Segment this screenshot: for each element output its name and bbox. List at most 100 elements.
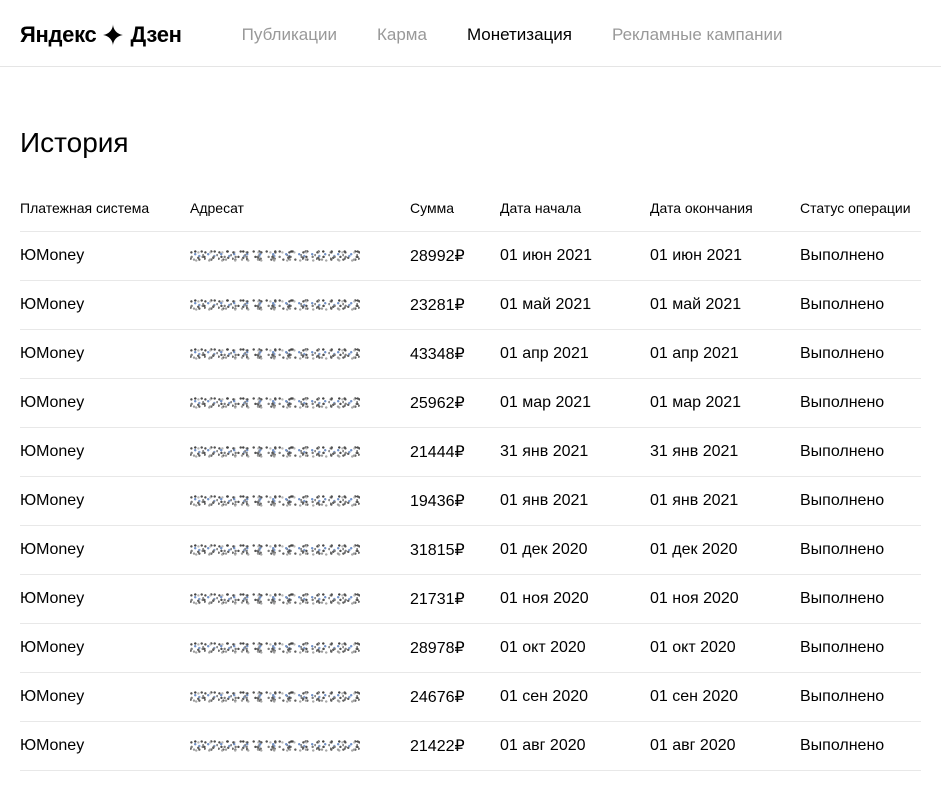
- col-header-end: Дата окончания: [650, 199, 800, 217]
- redacted-recipient: [190, 590, 360, 608]
- col-header-amount: Сумма: [410, 199, 500, 217]
- redacted-recipient: [190, 247, 360, 265]
- cell-start-date: 01 сен 2020: [500, 688, 650, 706]
- logo[interactable]: Яндекс Дзен: [20, 22, 182, 48]
- cell-status: Выполнено: [800, 639, 920, 657]
- cell-recipient: [190, 590, 410, 608]
- cell-status: Выполнено: [800, 394, 920, 412]
- cell-start-date: 01 мар 2021: [500, 394, 650, 412]
- header: Яндекс Дзен Публикации Карма Монетизация Ре…: [0, 0, 941, 67]
- table-row: ЮMoney28992₽01 июн 202101 июн 2021Выполн…: [20, 232, 921, 281]
- cell-system: ЮMoney: [20, 492, 190, 510]
- cell-recipient: [190, 443, 410, 461]
- redacted-recipient: [190, 345, 360, 363]
- cell-recipient: [190, 541, 410, 559]
- redacted-recipient: [190, 737, 360, 755]
- logo-brand: Яндекс: [20, 22, 96, 48]
- col-header-start: Дата начала: [500, 199, 650, 217]
- col-header-recipient: Адресат: [190, 199, 410, 217]
- cell-start-date: 01 апр 2021: [500, 345, 650, 363]
- cell-status: Выполнено: [800, 590, 920, 608]
- nav-item-0[interactable]: Публикации: [242, 25, 337, 45]
- col-header-system: Платежная система: [20, 199, 190, 217]
- cell-system: ЮMoney: [20, 688, 190, 706]
- redacted-recipient: [190, 541, 360, 559]
- table-row: ЮMoney28978₽01 окт 202001 окт 2020Выполн…: [20, 624, 921, 673]
- cell-amount: 19436₽: [410, 491, 500, 511]
- cell-start-date: 31 янв 2021: [500, 443, 650, 461]
- table-row: ЮMoney31815₽01 дек 202001 дек 2020Выполн…: [20, 526, 921, 575]
- history-table: Платежная система Адресат Сумма Дата нач…: [20, 189, 921, 771]
- cell-status: Выполнено: [800, 296, 920, 314]
- cell-status: Выполнено: [800, 443, 920, 461]
- cell-end-date: 01 май 2021: [650, 296, 800, 314]
- redacted-recipient: [190, 296, 360, 314]
- cell-end-date: 31 янв 2021: [650, 443, 800, 461]
- redacted-recipient: [190, 688, 360, 706]
- cell-system: ЮMoney: [20, 443, 190, 461]
- nav-item-1[interactable]: Карма: [377, 25, 427, 45]
- cell-end-date: 01 мар 2021: [650, 394, 800, 412]
- cell-amount: 28992₽: [410, 246, 500, 266]
- cell-status: Выполнено: [800, 737, 920, 755]
- cell-status: Выполнено: [800, 688, 920, 706]
- cell-start-date: 01 янв 2021: [500, 492, 650, 510]
- nav-item-2[interactable]: Монетизация: [467, 25, 572, 45]
- cell-amount: 21422₽: [410, 736, 500, 756]
- table-header-row: Платежная система Адресат Сумма Дата нач…: [20, 189, 921, 232]
- table-row: ЮMoney43348₽01 апр 202101 апр 2021Выполн…: [20, 330, 921, 379]
- cell-start-date: 01 авг 2020: [500, 737, 650, 755]
- redacted-recipient: [190, 492, 360, 510]
- cell-status: Выполнено: [800, 247, 920, 265]
- cell-recipient: [190, 394, 410, 412]
- cell-end-date: 01 апр 2021: [650, 345, 800, 363]
- cell-end-date: 01 янв 2021: [650, 492, 800, 510]
- redacted-recipient: [190, 394, 360, 412]
- cell-status: Выполнено: [800, 345, 920, 363]
- cell-amount: 24676₽: [410, 687, 500, 707]
- cell-status: Выполнено: [800, 541, 920, 559]
- cell-start-date: 01 ноя 2020: [500, 590, 650, 608]
- cell-amount: 21731₽: [410, 589, 500, 609]
- cell-system: ЮMoney: [20, 590, 190, 608]
- table-row: ЮMoney19436₽01 янв 202101 янв 2021Выполн…: [20, 477, 921, 526]
- cell-recipient: [190, 639, 410, 657]
- cell-amount: 28978₽: [410, 638, 500, 658]
- cell-start-date: 01 июн 2021: [500, 247, 650, 265]
- cell-recipient: [190, 737, 410, 755]
- cell-start-date: 01 окт 2020: [500, 639, 650, 657]
- cell-system: ЮMoney: [20, 639, 190, 657]
- cell-system: ЮMoney: [20, 296, 190, 314]
- cell-amount: 25962₽: [410, 393, 500, 413]
- cell-start-date: 01 май 2021: [500, 296, 650, 314]
- cell-amount: 23281₽: [410, 295, 500, 315]
- cell-end-date: 01 сен 2020: [650, 688, 800, 706]
- cell-end-date: 01 дек 2020: [650, 541, 800, 559]
- cell-amount: 31815₽: [410, 540, 500, 560]
- cell-end-date: 01 июн 2021: [650, 247, 800, 265]
- cell-recipient: [190, 247, 410, 265]
- cell-recipient: [190, 492, 410, 510]
- table-row: ЮMoney25962₽01 мар 202101 мар 2021Выполн…: [20, 379, 921, 428]
- col-header-status: Статус операции: [800, 199, 920, 217]
- cell-amount: 43348₽: [410, 344, 500, 364]
- content: История Платежная система Адресат Сумма …: [0, 67, 941, 791]
- table-row: ЮMoney24676₽01 сен 202001 сен 2020Выполн…: [20, 673, 921, 722]
- cell-end-date: 01 окт 2020: [650, 639, 800, 657]
- table-row: ЮMoney21731₽01 ноя 202001 ноя 2020Выполн…: [20, 575, 921, 624]
- cell-system: ЮMoney: [20, 345, 190, 363]
- cell-system: ЮMoney: [20, 541, 190, 559]
- cell-start-date: 01 дек 2020: [500, 541, 650, 559]
- table-row: ЮMoney23281₽01 май 202101 май 2021Выполн…: [20, 281, 921, 330]
- cell-amount: 21444₽: [410, 442, 500, 462]
- nav-item-3[interactable]: Рекламные кампании: [612, 25, 783, 45]
- cell-system: ЮMoney: [20, 247, 190, 265]
- cell-system: ЮMoney: [20, 737, 190, 755]
- cell-status: Выполнено: [800, 492, 920, 510]
- main-nav: Публикации Карма Монетизация Рекламные камп…: [242, 25, 783, 45]
- cell-recipient: [190, 688, 410, 706]
- redacted-recipient: [190, 443, 360, 461]
- cell-end-date: 01 ноя 2020: [650, 590, 800, 608]
- cell-system: ЮMoney: [20, 394, 190, 412]
- cell-recipient: [190, 296, 410, 314]
